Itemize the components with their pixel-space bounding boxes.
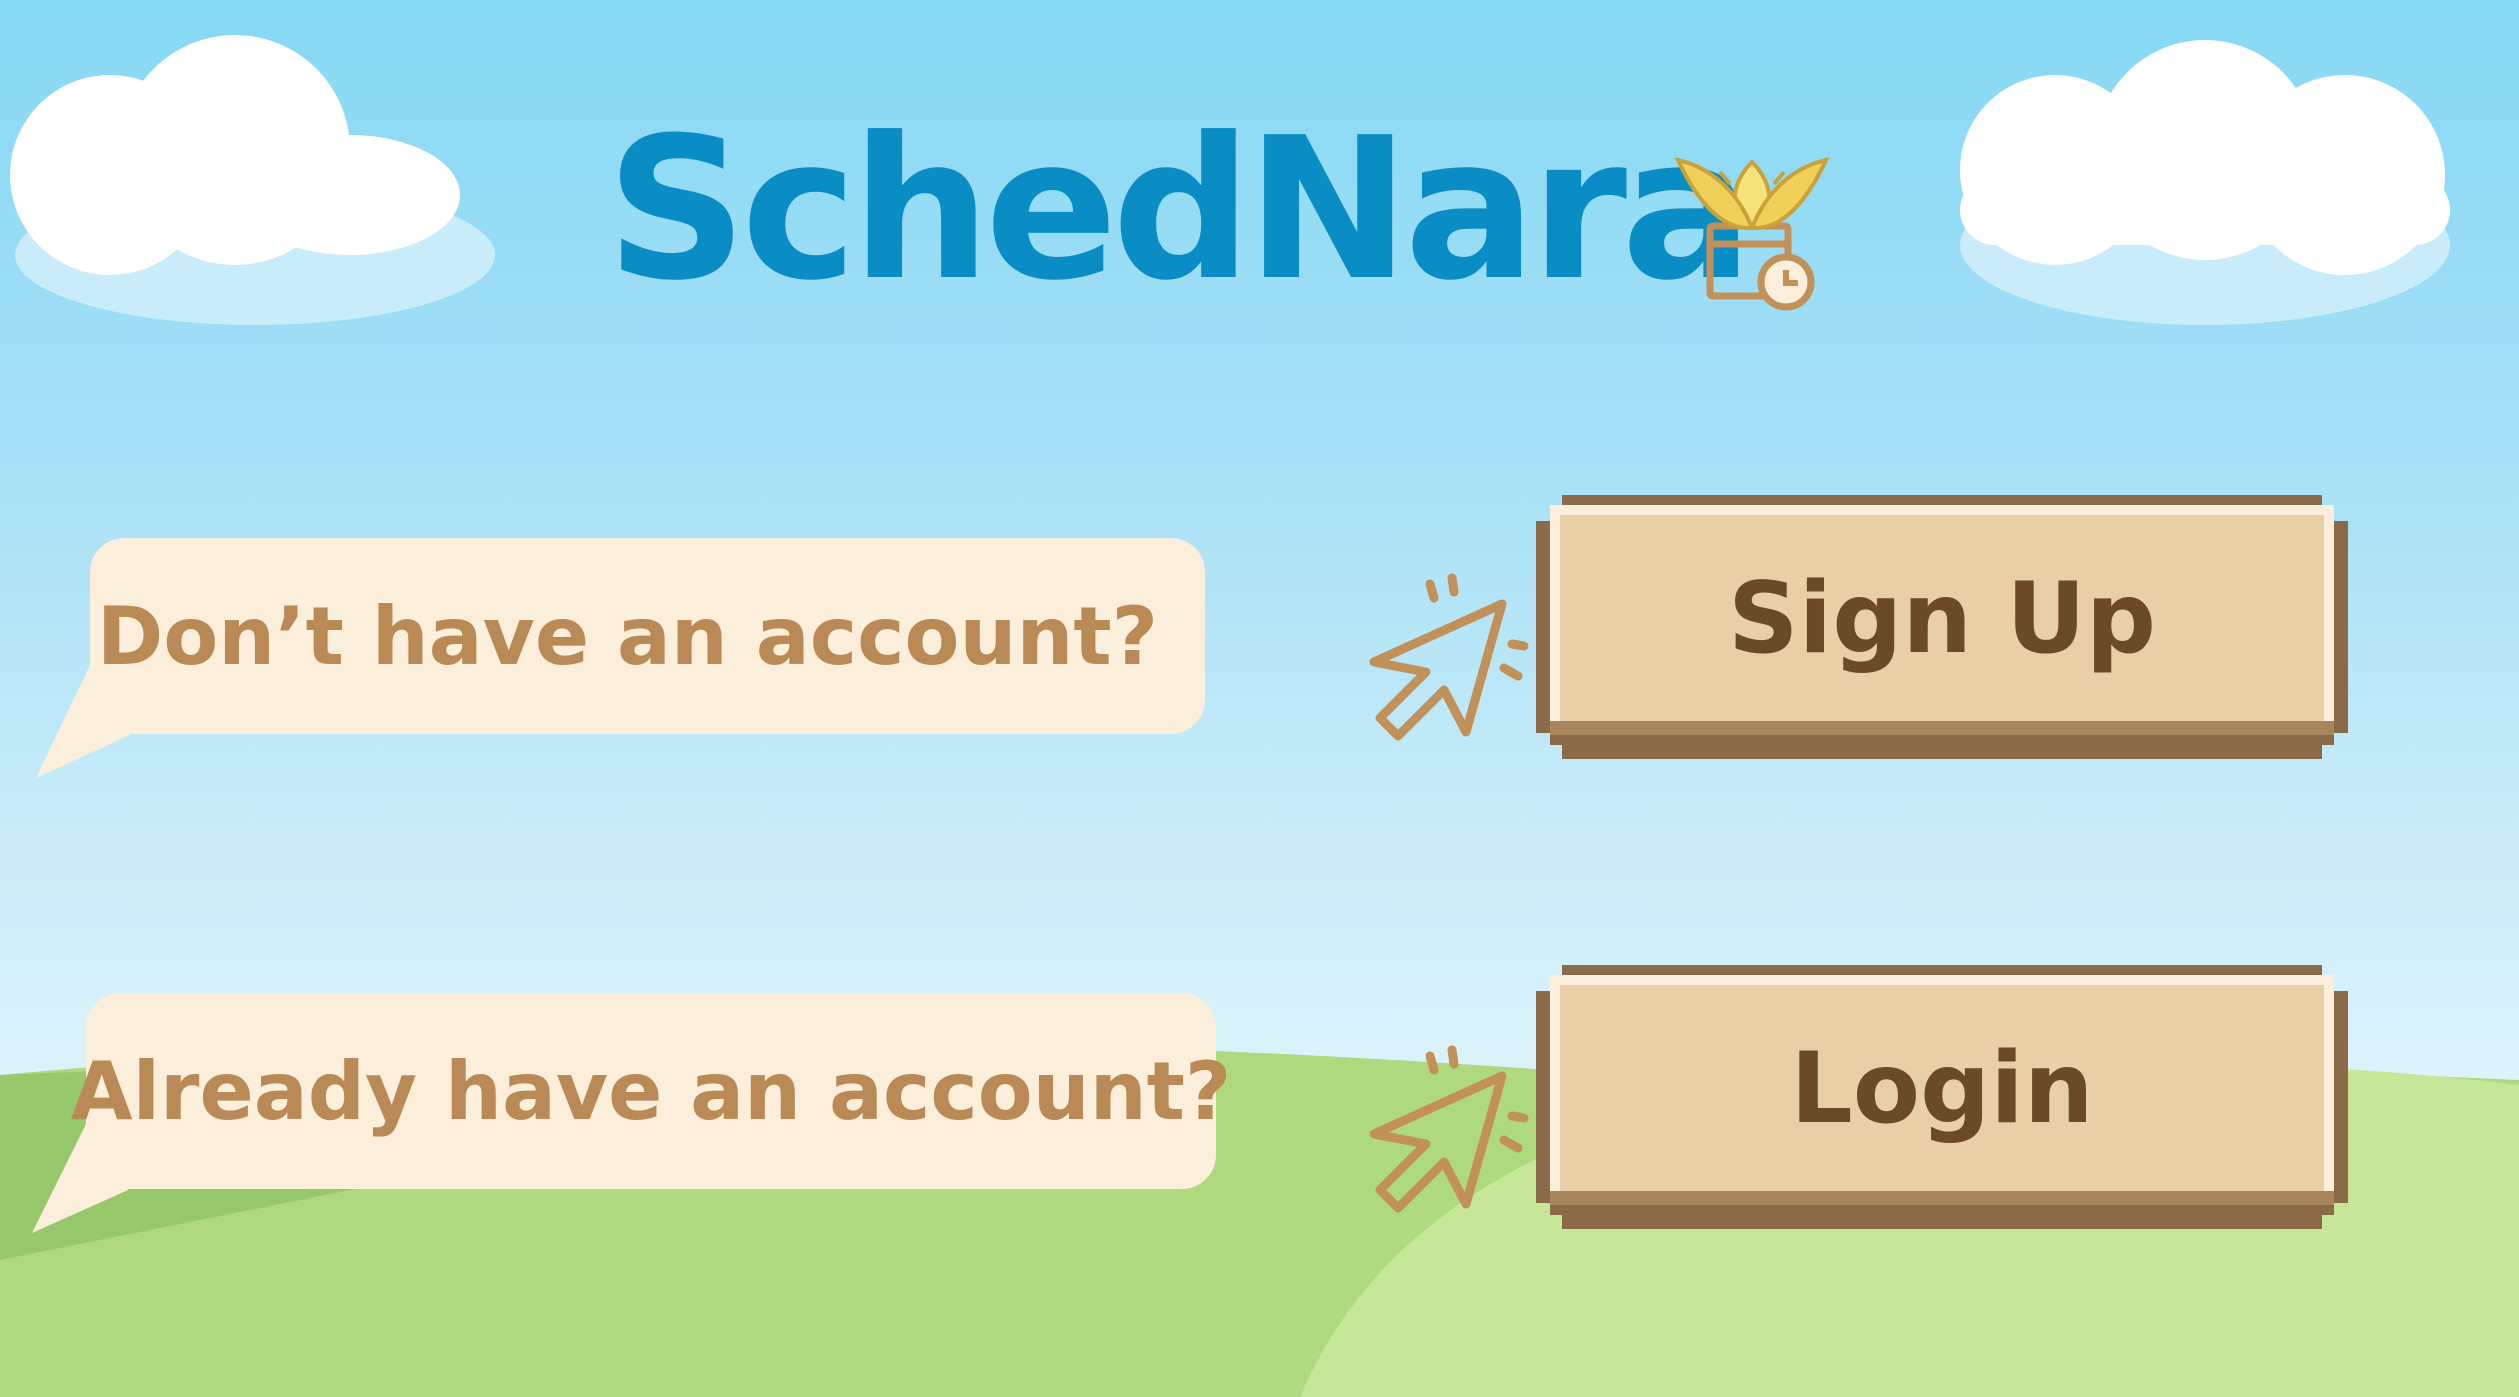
app-title: SchedNara: [606, 96, 1753, 324]
click-cursor-icon: [1369, 1045, 1529, 1213]
sign-up-button[interactable]: Sign Up: [1536, 495, 2348, 759]
login-button[interactable]: Login: [1536, 965, 2348, 1229]
login-question-bubble: Already have an account?: [70, 993, 1232, 1189]
login-question-text: Already have an account?: [70, 1044, 1232, 1138]
sign-up-label: Sign Up: [1728, 562, 2156, 676]
signup-question-text: Don’t have an account?: [96, 589, 1159, 683]
screen: SchedNara Don’t have an account? Already…: [0, 0, 2519, 1397]
click-cursor-icon: [1369, 573, 1529, 741]
signup-question-bubble: Don’t have an account?: [90, 538, 1205, 734]
lotus-calendar-icon: [1674, 157, 1830, 311]
login-label: Login: [1790, 1032, 2094, 1146]
cloud-right: [1960, 40, 2450, 325]
cloud-left: [10, 35, 495, 325]
